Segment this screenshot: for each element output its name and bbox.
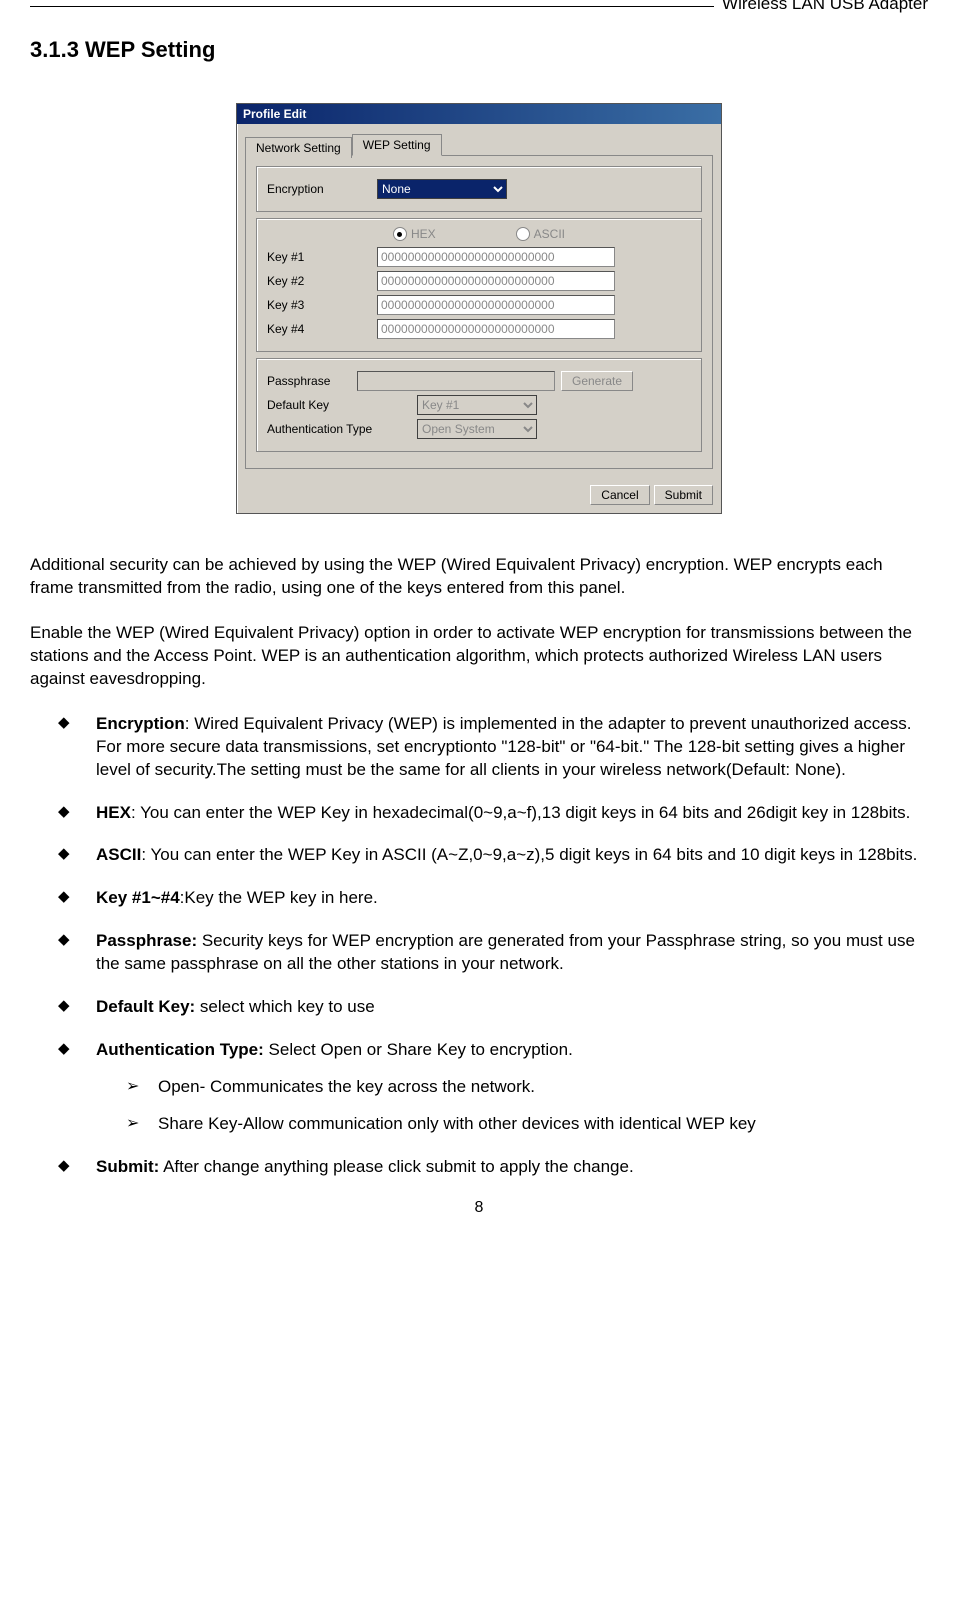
passphrase-label: Passphrase xyxy=(267,374,357,388)
authtype-label: Authentication Type xyxy=(267,422,417,436)
radio-dot-icon xyxy=(393,227,407,241)
defaultkey-select[interactable]: Key #1 xyxy=(417,395,537,415)
bullet-key: Key #1~#4:Key the WEP key in here. xyxy=(70,887,928,910)
bullet-hex: HEX: You can enter the WEP Key in hexade… xyxy=(70,802,928,825)
generate-button[interactable]: Generate xyxy=(561,371,633,391)
bullet-authtype: Authentication Type: Select Open or Shar… xyxy=(70,1039,928,1136)
bullet-submit: Submit: After change anything please cli… xyxy=(70,1156,928,1179)
bullet-encryption: Encryption: Wired Equivalent Privacy (WE… xyxy=(70,713,928,782)
screenshot-figure: Profile Edit Network Setting WEP Setting… xyxy=(30,103,928,514)
bullet-passphrase: Passphrase: Security keys for WEP encryp… xyxy=(70,930,928,976)
key3-input[interactable] xyxy=(377,295,615,315)
radio-dot-icon xyxy=(516,227,530,241)
key1-input[interactable] xyxy=(377,247,615,267)
radio-ascii[interactable]: ASCII xyxy=(516,227,565,241)
key3-label: Key #3 xyxy=(267,298,377,312)
key2-input[interactable] xyxy=(377,271,615,291)
tab-wep-setting[interactable]: WEP Setting xyxy=(352,134,442,156)
bullet-ascii: ASCII: You can enter the WEP Key in ASCI… xyxy=(70,844,928,867)
key1-label: Key #1 xyxy=(267,250,377,264)
paragraph-2: Enable the WEP (Wired Equivalent Privacy… xyxy=(30,622,928,691)
header-product: Wireless LAN USB Adapter xyxy=(714,0,928,14)
key4-input[interactable] xyxy=(377,319,615,339)
profile-edit-dialog: Profile Edit Network Setting WEP Setting… xyxy=(236,103,722,514)
radio-hex[interactable]: HEX xyxy=(393,227,436,241)
encryption-label: Encryption xyxy=(267,182,377,196)
defaultkey-label: Default Key xyxy=(267,398,417,412)
sub-sharekey: Share Key-Allow communication only with … xyxy=(126,1113,928,1136)
section-heading: 3.1.3 WEP Setting xyxy=(30,37,928,63)
passphrase-input[interactable] xyxy=(357,371,555,391)
authtype-select[interactable]: Open System xyxy=(417,419,537,439)
tab-network-setting[interactable]: Network Setting xyxy=(245,137,352,158)
dialog-titlebar: Profile Edit xyxy=(237,104,721,124)
encryption-select[interactable]: None xyxy=(377,179,507,199)
key2-label: Key #2 xyxy=(267,274,377,288)
paragraph-1: Additional security can be achieved by u… xyxy=(30,554,928,600)
bullet-defaultkey: Default Key: select which key to use xyxy=(70,996,928,1019)
cancel-button[interactable]: Cancel xyxy=(590,485,649,505)
page-number: 8 xyxy=(30,1199,928,1217)
key4-label: Key #4 xyxy=(267,322,377,336)
sub-open: Open- Communicates the key across the ne… xyxy=(126,1076,928,1099)
submit-button[interactable]: Submit xyxy=(654,485,713,505)
